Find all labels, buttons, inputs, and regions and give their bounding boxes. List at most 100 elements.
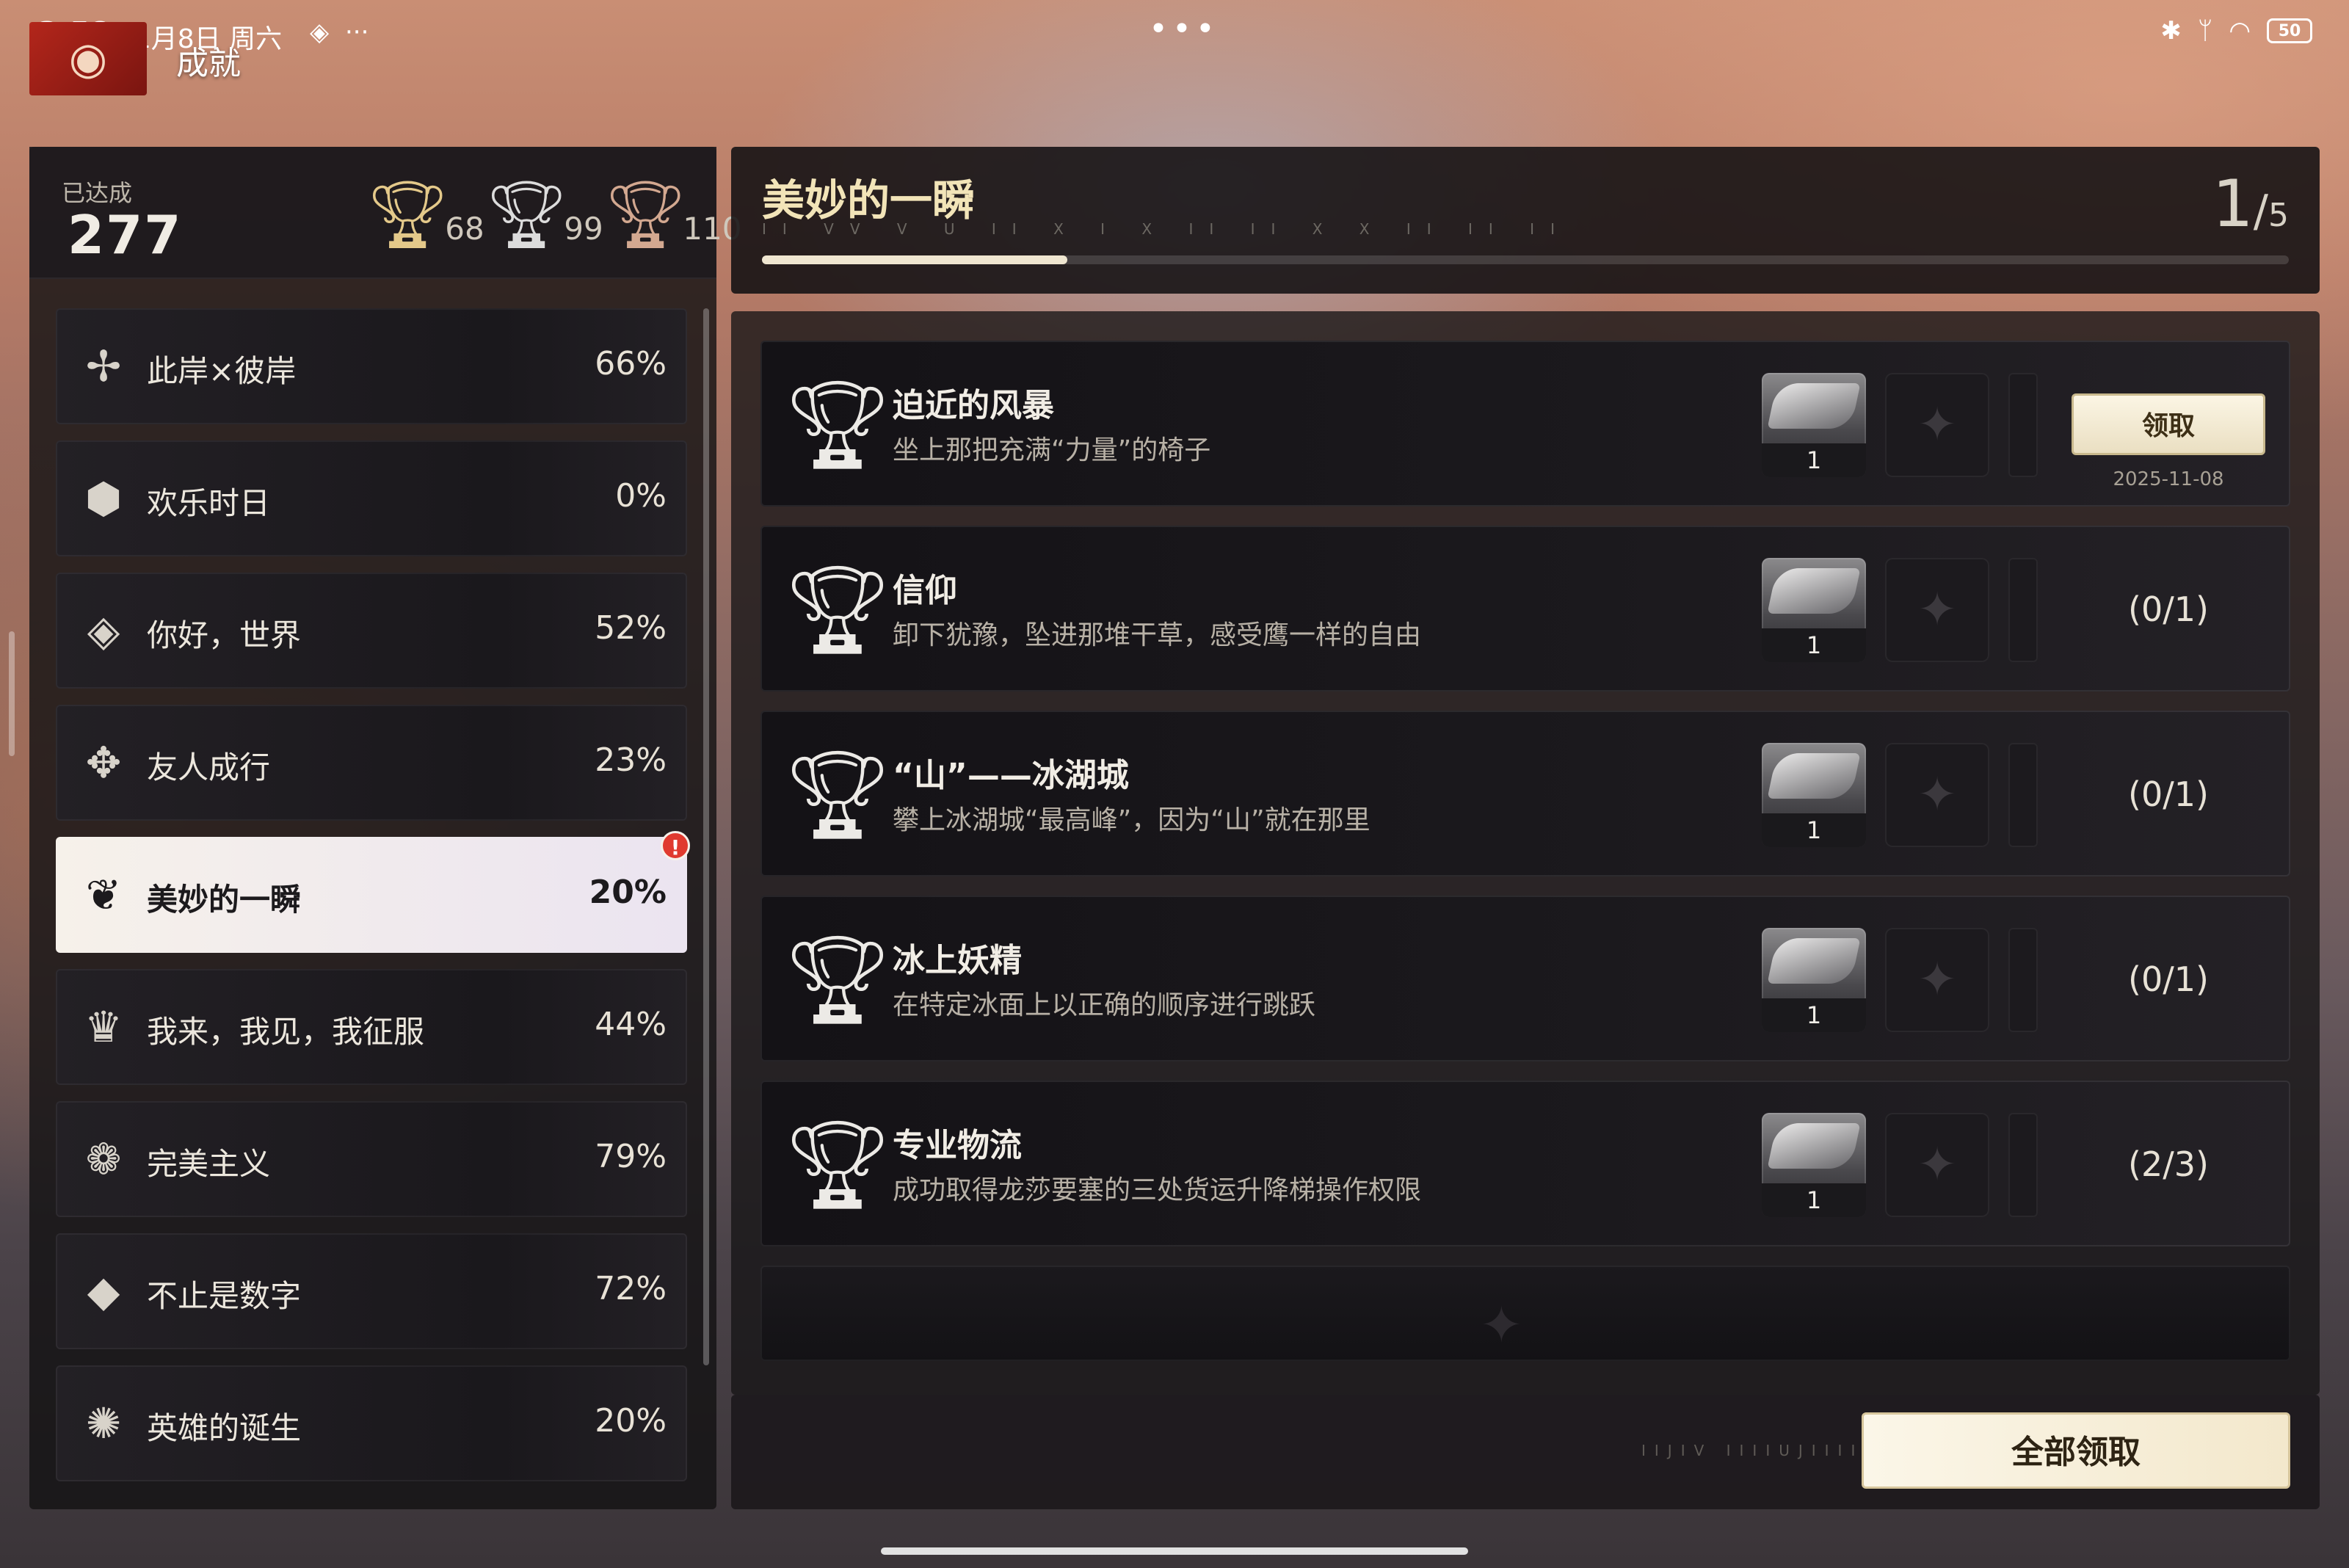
gold-trophy-icon: 🏆︎ bbox=[366, 176, 450, 253]
category-item[interactable]: ⬢ 欢乐时日 0% bbox=[56, 440, 687, 556]
signal-icon: ᛘ bbox=[2197, 16, 2213, 46]
flower-emblem-icon: ❁ bbox=[85, 1134, 122, 1184]
category-label: 不止是数字 bbox=[147, 1278, 302, 1314]
empty-reward-slot bbox=[2008, 558, 2038, 662]
home-indicator[interactable] bbox=[881, 1547, 1468, 1555]
empty-reward-slot: ✦ bbox=[1885, 928, 1989, 1032]
empty-reward-slot: ✦ bbox=[1885, 373, 1989, 477]
silver-trophy-icon: 🏆︎ bbox=[783, 559, 893, 660]
reward-item[interactable]: 1 bbox=[1762, 743, 1866, 847]
claim-date: 2025-11-08 bbox=[2113, 468, 2224, 490]
achievement-title: “山”——冰湖城 bbox=[893, 757, 1129, 794]
reward-wing-icon bbox=[1767, 938, 1861, 984]
swirl-emblem-icon: ✺ bbox=[85, 1398, 122, 1448]
silver-trophy-stat: 🏆︎ 99 bbox=[484, 182, 603, 248]
achievement-desc: 在特定冰面上以正确的顺序进行跳跃 bbox=[893, 990, 1316, 1020]
achievement-row: 🏆︎ 信仰 卸下犹豫，坠进那堆干草，感受鹰一样的自由 1 ✦ (0/1) bbox=[760, 526, 2290, 692]
app-logo-icon[interactable]: ◉ bbox=[29, 22, 147, 95]
page-separator: / bbox=[2253, 186, 2268, 237]
category-item[interactable]: ✥ 友人成行 23% bbox=[56, 705, 687, 821]
silver-trophy-icon: 🏆︎ bbox=[783, 1114, 893, 1215]
category-percent: 0% bbox=[615, 477, 667, 515]
detail-subtitle-deco: II VV V U II X I X II II X X II II II bbox=[762, 220, 1571, 238]
silver-count: 99 bbox=[564, 211, 603, 247]
empty-reward-slot bbox=[2008, 928, 2038, 1032]
bronze-trophy-stat: 🏆︎ 110 bbox=[603, 182, 741, 248]
gold-trophy-stat: 🏆︎ 68 bbox=[366, 182, 484, 248]
achievement-desc: 攀上冰湖城“最高峰”，因为“山”就在那里 bbox=[893, 805, 1370, 835]
battery-icon: 50 bbox=[2267, 18, 2312, 43]
reward-wing-icon bbox=[1767, 383, 1861, 429]
crystal-emblem-icon: ✥ bbox=[85, 738, 122, 788]
reward-item[interactable]: 1 bbox=[1762, 373, 1866, 477]
achievement-desc: 卸下犹豫，坠进那堆干草，感受鹰一样的自由 bbox=[893, 620, 1422, 650]
gold-count: 68 bbox=[445, 211, 484, 247]
achievement-summary: 已达成 277 🏆︎ 68 🏆︎ 99 🏆︎ 110 bbox=[29, 147, 741, 279]
achievement-list: 🏆︎ 迫近的风暴 坐上那把充满“力量”的椅子 1 ✦ 领取 2025-11-08… bbox=[731, 311, 2320, 1395]
wifi-icon: ◠ bbox=[2229, 16, 2251, 46]
claim-all-button[interactable]: 全部领取 bbox=[1862, 1412, 2290, 1489]
reward-item[interactable]: 1 bbox=[1762, 558, 1866, 662]
category-item[interactable]: ◈ 你好，世界 52% bbox=[56, 573, 687, 689]
reward-item[interactable]: 1 bbox=[1762, 928, 1866, 1032]
category-label: 英雄的诞生 bbox=[147, 1410, 302, 1446]
reward-qty: 1 bbox=[1762, 443, 1866, 477]
category-percent: 20% bbox=[589, 874, 667, 911]
empty-reward-slot: ✦ bbox=[1885, 1113, 1989, 1217]
category-label: 你好，世界 bbox=[147, 617, 302, 653]
category-label: 此岸×彼岸 bbox=[147, 353, 297, 389]
reward-wing-icon bbox=[1767, 568, 1861, 614]
focus-mode-icon: ◈ bbox=[310, 18, 330, 47]
category-item[interactable]: ✺ 英雄的诞生 20% bbox=[56, 1365, 687, 1481]
category-item[interactable]: ◆ 不止是数字 72% bbox=[56, 1233, 687, 1349]
category-item[interactable]: ✢ 此岸×彼岸 66% bbox=[56, 308, 687, 424]
achievement-progress: (0/1) bbox=[2128, 959, 2209, 999]
detail-title: 美妙的一瞬 bbox=[762, 175, 976, 225]
reward-qty: 1 bbox=[1762, 628, 1866, 662]
achievement-desc: 成功取得龙莎要塞的三处货运升降梯操作权限 bbox=[893, 1175, 1422, 1205]
more-dots-icon: ··· bbox=[345, 18, 369, 47]
bronze-trophy-icon: 🏆︎ bbox=[603, 176, 688, 253]
reward-wing-icon bbox=[1767, 1123, 1861, 1169]
category-label: 友人成行 bbox=[147, 749, 271, 785]
achievement-row: 🏆︎ 迫近的风暴 坐上那把充满“力量”的椅子 1 ✦ 领取 2025-11-08 bbox=[760, 341, 2290, 507]
achievement-desc: 坐上那把充满“力量”的椅子 bbox=[893, 435, 1211, 465]
category-label: 完美主义 bbox=[147, 1146, 271, 1182]
status-bar: 3:58 11月8日 周六 ◈ ··· ••• ✱ ᛘ ◠ 50 bbox=[0, 0, 2349, 66]
empty-reward-slot bbox=[2008, 1113, 2038, 1217]
category-scrollbar[interactable] bbox=[703, 308, 709, 1365]
category-item[interactable]: ♛ 我来，我见，我征服 44% bbox=[56, 969, 687, 1085]
category-percent: 52% bbox=[595, 609, 667, 647]
category-panel: 已达成 277 🏆︎ 68 🏆︎ 99 🏆︎ 110 ✢ 此岸×彼岸 66% ⬢… bbox=[29, 147, 741, 1509]
achievement-row: 🏆︎ 专业物流 成功取得龙莎要塞的三处货运升降梯操作权限 1 ✦ (2/3) bbox=[760, 1081, 2290, 1246]
silver-trophy-icon: 🏆︎ bbox=[783, 744, 893, 845]
reward-item[interactable]: 1 bbox=[1762, 1113, 1866, 1217]
silver-trophy-icon: 🏆︎ bbox=[783, 929, 893, 1030]
compass-emblem-icon: ◈ bbox=[87, 606, 120, 656]
achievement-row: 🏆︎ “山”——冰湖城 攀上冰湖城“最高峰”，因为“山”就在那里 1 ✦ (0/… bbox=[760, 711, 2290, 876]
mask-emblem-icon: ⬢ bbox=[84, 473, 123, 523]
category-percent: 44% bbox=[595, 1006, 667, 1043]
page-indicator: 1/5 bbox=[2212, 166, 2289, 242]
detail-progress-bar bbox=[762, 255, 2289, 264]
reward-qty: 1 bbox=[1762, 813, 1866, 847]
alert-badge-icon: ! bbox=[661, 831, 690, 860]
achievement-title: 专业物流 bbox=[893, 1127, 1022, 1164]
category-item-active[interactable]: ❦ 美妙的一瞬 20% ! bbox=[56, 831, 690, 953]
category-item[interactable]: ❁ 完美主义 79% bbox=[56, 1101, 687, 1217]
empty-reward-slot bbox=[2008, 373, 2038, 477]
claim-button[interactable]: 领取 bbox=[2072, 393, 2265, 455]
placeholder-row: ✦ bbox=[760, 1266, 2290, 1361]
achievement-progress: (0/1) bbox=[2128, 589, 2209, 629]
category-percent: 20% bbox=[595, 1402, 667, 1440]
crown-emblem-icon: ♛ bbox=[84, 1002, 123, 1052]
achievement-title: 冰上妖精 bbox=[893, 942, 1022, 979]
category-percent: 72% bbox=[595, 1270, 667, 1307]
footer-deco: IIJIV IIIIUJIIIII bbox=[1641, 1442, 1878, 1459]
side-handle[interactable] bbox=[9, 631, 15, 756]
category-percent: 66% bbox=[595, 345, 667, 382]
diamond-emblem-icon: ◆ bbox=[87, 1266, 120, 1316]
multitask-dots-icon[interactable]: ••• bbox=[1149, 10, 1219, 48]
summary-total: 277 bbox=[68, 204, 183, 266]
page-title: 成就 bbox=[176, 45, 241, 82]
